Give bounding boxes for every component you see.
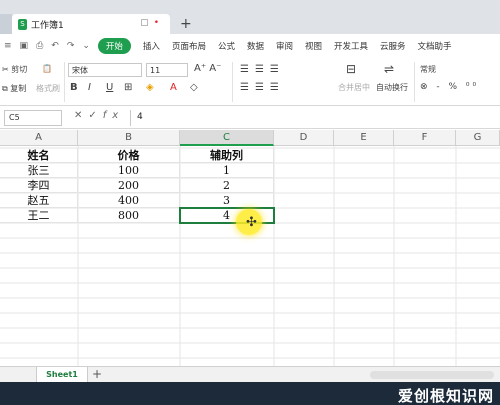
document-tab[interactable]: S 工作簿1 ▢• [12,14,170,34]
horizontal-align-icons[interactable]: ☰☰☰ [240,82,285,93]
number-format-select[interactable]: 常规 [420,64,436,75]
wrap-text-icon[interactable]: ⇌ [384,62,394,76]
paste-icon[interactable]: 📋 [42,64,52,73]
cut-button[interactable]: ✂ 剪切 [2,64,27,75]
taskbar: 爱创根知识网 [0,382,500,405]
wrap-text-button[interactable]: 自动换行 [376,82,408,93]
formula-bar: C5 ✕✓fx 4 [0,107,500,129]
column-header-f[interactable]: F [394,130,456,146]
spreadsheet-grid[interactable]: A B C D E F G 姓名 价格 辅助列 张三 100 1 李四 200 … [0,130,500,366]
sheet-tab-sheet1[interactable]: Sheet1 [36,367,88,382]
menu-tab-review[interactable]: 审阅 [276,40,293,52]
column-header-g[interactable]: G [456,130,500,146]
formula-controls[interactable]: ✕✓fx [74,110,124,121]
column-header-b[interactable]: B [78,130,180,146]
menu-tab-developer[interactable]: 开发工具 [334,40,368,52]
menu-tab-view[interactable]: 视图 [305,40,322,52]
watermark-logo: 爱创根知识网 [397,387,494,405]
font-grow-shrink-icon[interactable]: A⁺ A⁻ [194,63,221,74]
ribbon: ✂ 剪切 📋 ⧉ 复制 格式刷 宋体 11 A⁺ A⁻ B I U ⊞ ◈ A … [0,58,500,106]
merge-center-icon[interactable]: ⊟ [346,62,356,76]
column-header-a[interactable]: A [0,130,78,146]
column-header-c[interactable]: C [180,130,274,146]
undo-icon[interactable]: ↶ [51,41,59,51]
bold-button[interactable]: B [70,82,78,93]
font-name-select[interactable]: 宋体 [68,63,142,77]
document-tab-title: 工作簿1 [31,20,64,31]
copy-button[interactable]: ⧉ 复制 [2,83,26,94]
menu-tab-formulas[interactable]: 公式 [218,40,235,52]
formula-input[interactable]: 4 [130,110,496,126]
vertical-align-icons[interactable]: ☰☰☰ [240,64,285,75]
ribbon-divider [414,62,415,102]
spreadsheet-logo-icon: S [18,18,27,30]
menu-tab-data[interactable]: 数据 [247,40,264,52]
tab-strip-left [0,14,12,34]
copy-icon: ⧉ [2,84,8,93]
redo-icon[interactable]: ↷ [67,41,75,51]
fx-icon: fx [102,110,125,121]
tab-window-icon: ▢ [140,18,154,28]
scissors-icon: ✂ [2,65,9,74]
new-tab-button[interactable]: + [180,16,192,32]
sheet-tab-bar: Sheet1 + [0,366,500,382]
menu-tab-cloud[interactable]: 云服务 [380,40,406,52]
italic-button[interactable]: I [88,82,91,93]
clear-format-icon[interactable]: ◇ [190,82,198,93]
add-sheet-button[interactable]: + [92,367,102,382]
column-header-d[interactable]: D [274,130,334,146]
format-painter-button[interactable]: 格式刷 [36,83,60,94]
menu-tab-insert[interactable]: 插入 [143,40,160,52]
quick-access-more-icon[interactable]: ⌄ [82,41,90,51]
horizontal-scrollbar[interactable] [370,371,494,379]
menu-bar: ≡ ▣ ⎙ ↶ ↷ ⌄ 开始 插入 页面布局 公式 数据 审阅 视图 开发工具 … [0,34,500,58]
font-size-select[interactable]: 11 [146,63,188,77]
menu-tab-doc-assistant[interactable]: 文档助手 [418,40,452,52]
menu-toggle-icon[interactable]: ≡ [4,41,12,51]
quick-save-icon[interactable]: ▣ [20,41,29,51]
unsaved-dot-icon: • [153,18,164,28]
font-color-icon[interactable]: A [170,82,177,93]
title-bar: S 工作簿1 ▢• + [0,0,500,34]
fill-color-icon[interactable]: ◈ [146,82,154,93]
number-format-icons[interactable]: ⊗ - % ⁰⁰ [420,82,479,92]
mouse-cursor-icon: ✣ [246,215,257,230]
quick-print-icon[interactable]: ⎙ [36,41,43,51]
ribbon-divider [64,62,65,102]
grid-lines [0,146,500,366]
ribbon-divider [232,62,233,102]
merge-center-button[interactable]: 合并居中 [338,82,370,93]
tab-controls[interactable]: ▢• [140,18,164,28]
menu-tab-page-layout[interactable]: 页面布局 [172,40,206,52]
underline-button[interactable]: U [106,82,113,93]
menu-tab-start[interactable]: 开始 [97,38,131,54]
border-icon[interactable]: ⊞ [124,82,132,93]
cancel-icon: ✕ [74,110,89,121]
column-header-e[interactable]: E [334,130,394,146]
confirm-icon: ✓ [88,110,103,121]
name-box[interactable]: C5 [4,110,62,126]
